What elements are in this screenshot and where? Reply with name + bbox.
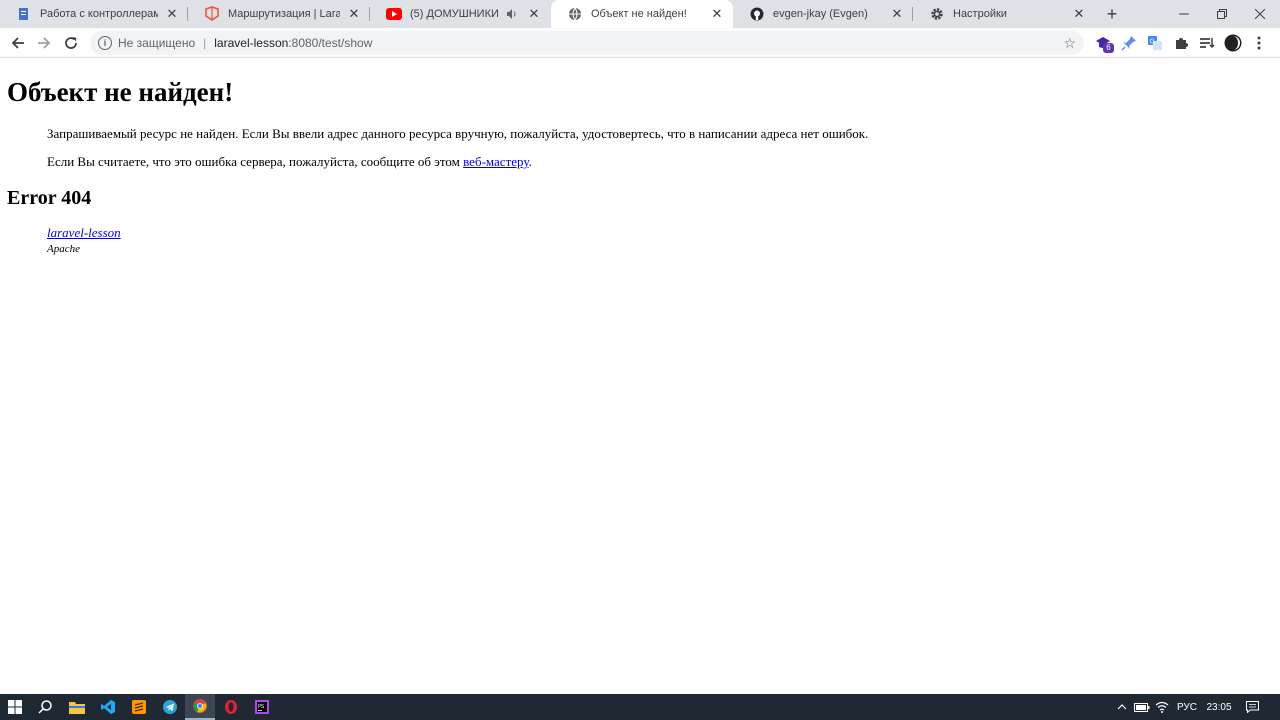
telegram-icon[interactable] — [155, 694, 185, 720]
speaker-icon[interactable] — [504, 6, 520, 22]
tab-title: (5) ДОМУШНИКИ / ПРО — [410, 8, 500, 20]
gear-icon — [929, 6, 945, 22]
notifications-icon[interactable] — [1242, 694, 1262, 720]
info-icon[interactable]: i — [98, 36, 112, 50]
windows-start-icon[interactable] — [0, 694, 30, 720]
youtube-icon — [386, 6, 402, 22]
back-icon[interactable] — [6, 31, 30, 55]
tab-strip: Работа с контроллерами в L ✕ Маршрутизац… — [0, 0, 1280, 28]
translate-extension-icon[interactable]: G — [1146, 34, 1164, 52]
error-code-heading: Error 404 — [7, 187, 92, 209]
server-host-link[interactable]: laravel-lesson — [47, 225, 121, 240]
graduation-cap-extension-icon[interactable]: 6 — [1094, 34, 1114, 53]
server-error-note: Если Вы считаете, что это ошибка сервера… — [47, 154, 532, 170]
tab-title: evgen-jkay (Evgen) — [773, 8, 868, 20]
tab-6[interactable]: Настройки ✕ — [913, 0, 1095, 28]
tab-title: Настройки — [953, 8, 1007, 20]
svg-text:G: G — [1150, 38, 1155, 46]
tab-title: Работа с контроллерами в L — [40, 8, 158, 20]
server-software: Apache — [47, 243, 80, 255]
laravel-icon — [204, 6, 220, 22]
browser-toolbar: i Не защищено | laravel-lesson:8080/test… — [0, 28, 1280, 58]
reading-list-icon[interactable] — [1198, 34, 1216, 52]
server-signature: laravel-lesson Apache — [47, 225, 121, 257]
pin-extension-icon[interactable] — [1120, 34, 1138, 52]
close-icon[interactable]: ✕ — [1071, 6, 1087, 22]
tab-3[interactable]: (5) ДОМУШНИКИ / ПРО ✕ — [370, 0, 550, 28]
opera-icon[interactable] — [216, 694, 246, 720]
reload-icon[interactable] — [59, 31, 83, 55]
maximize-icon[interactable] — [1204, 0, 1240, 28]
puzzle-extensions-icon[interactable] — [1172, 34, 1190, 52]
globe-icon — [567, 6, 583, 22]
punctuation: . — [528, 154, 532, 169]
tab-title: Маршрутизация | Laravel по — [228, 8, 340, 20]
tab-active[interactable]: Объект не найден! ✕ — [551, 0, 733, 28]
new-tab-button[interactable]: + — [1101, 4, 1123, 24]
tab-title: Объект не найден! — [591, 8, 687, 20]
tab-2[interactable]: Маршрутизация | Laravel по ✕ — [188, 0, 370, 28]
language-indicator[interactable]: РУС — [1174, 694, 1200, 720]
search-icon[interactable] — [30, 694, 60, 720]
forward-icon[interactable] — [32, 31, 56, 55]
vscode-icon[interactable] — [93, 694, 123, 720]
address-divider: | — [203, 36, 207, 50]
bookmark-star-icon[interactable]: ☆ — [1063, 35, 1076, 52]
windows-taskbar: PS РУС 23:05 — [0, 694, 1280, 720]
minimize-icon[interactable] — [1166, 0, 1202, 28]
close-icon[interactable]: ✕ — [889, 6, 905, 22]
page-title: Объект не найден! — [7, 77, 234, 107]
webmaster-link[interactable]: веб-мастеру — [463, 154, 528, 169]
close-icon[interactable]: ✕ — [164, 6, 180, 22]
close-icon[interactable]: ✕ — [709, 6, 725, 22]
phpstorm-icon[interactable]: PS — [247, 694, 277, 720]
url-host: laravel-lesson — [214, 36, 289, 50]
close-window-icon[interactable] — [1242, 0, 1278, 28]
wifi-icon[interactable] — [1154, 694, 1170, 720]
file-explorer-icon[interactable] — [62, 694, 92, 720]
address-bar[interactable]: i Не защищено | laravel-lesson:8080/test… — [90, 31, 1084, 55]
profile-avatar-icon[interactable] — [1224, 34, 1242, 52]
chevron-up-icon[interactable] — [1114, 694, 1130, 720]
server-error-text: Если Вы считаете, что это ошибка сервера… — [47, 154, 464, 169]
document-icon — [16, 6, 32, 22]
clock[interactable]: 23:05 — [1204, 694, 1234, 720]
tab-5[interactable]: evgen-jkay (Evgen) ✕ — [733, 0, 913, 28]
extension-badge: 6 — [1103, 43, 1114, 53]
svg-text:PS: PS — [258, 704, 264, 710]
battery-icon[interactable] — [1133, 694, 1151, 720]
url-path: :8080/test/show — [288, 36, 373, 50]
page-content: Объект не найден! Запрашиваемый ресурс н… — [0, 59, 1280, 694]
close-icon[interactable]: ✕ — [346, 6, 362, 22]
github-icon — [749, 6, 765, 22]
error-description: Запрашиваемый ресурс не найден. Если Вы … — [47, 126, 869, 141]
tab-1[interactable]: Работа с контроллерами в L ✕ — [0, 0, 188, 28]
chrome-icon[interactable] — [185, 694, 215, 720]
close-icon[interactable]: ✕ — [526, 6, 542, 22]
security-label: Не защищено — [118, 36, 196, 50]
sublime-text-icon[interactable] — [124, 694, 154, 720]
menu-kebab-icon[interactable] — [1250, 34, 1268, 52]
